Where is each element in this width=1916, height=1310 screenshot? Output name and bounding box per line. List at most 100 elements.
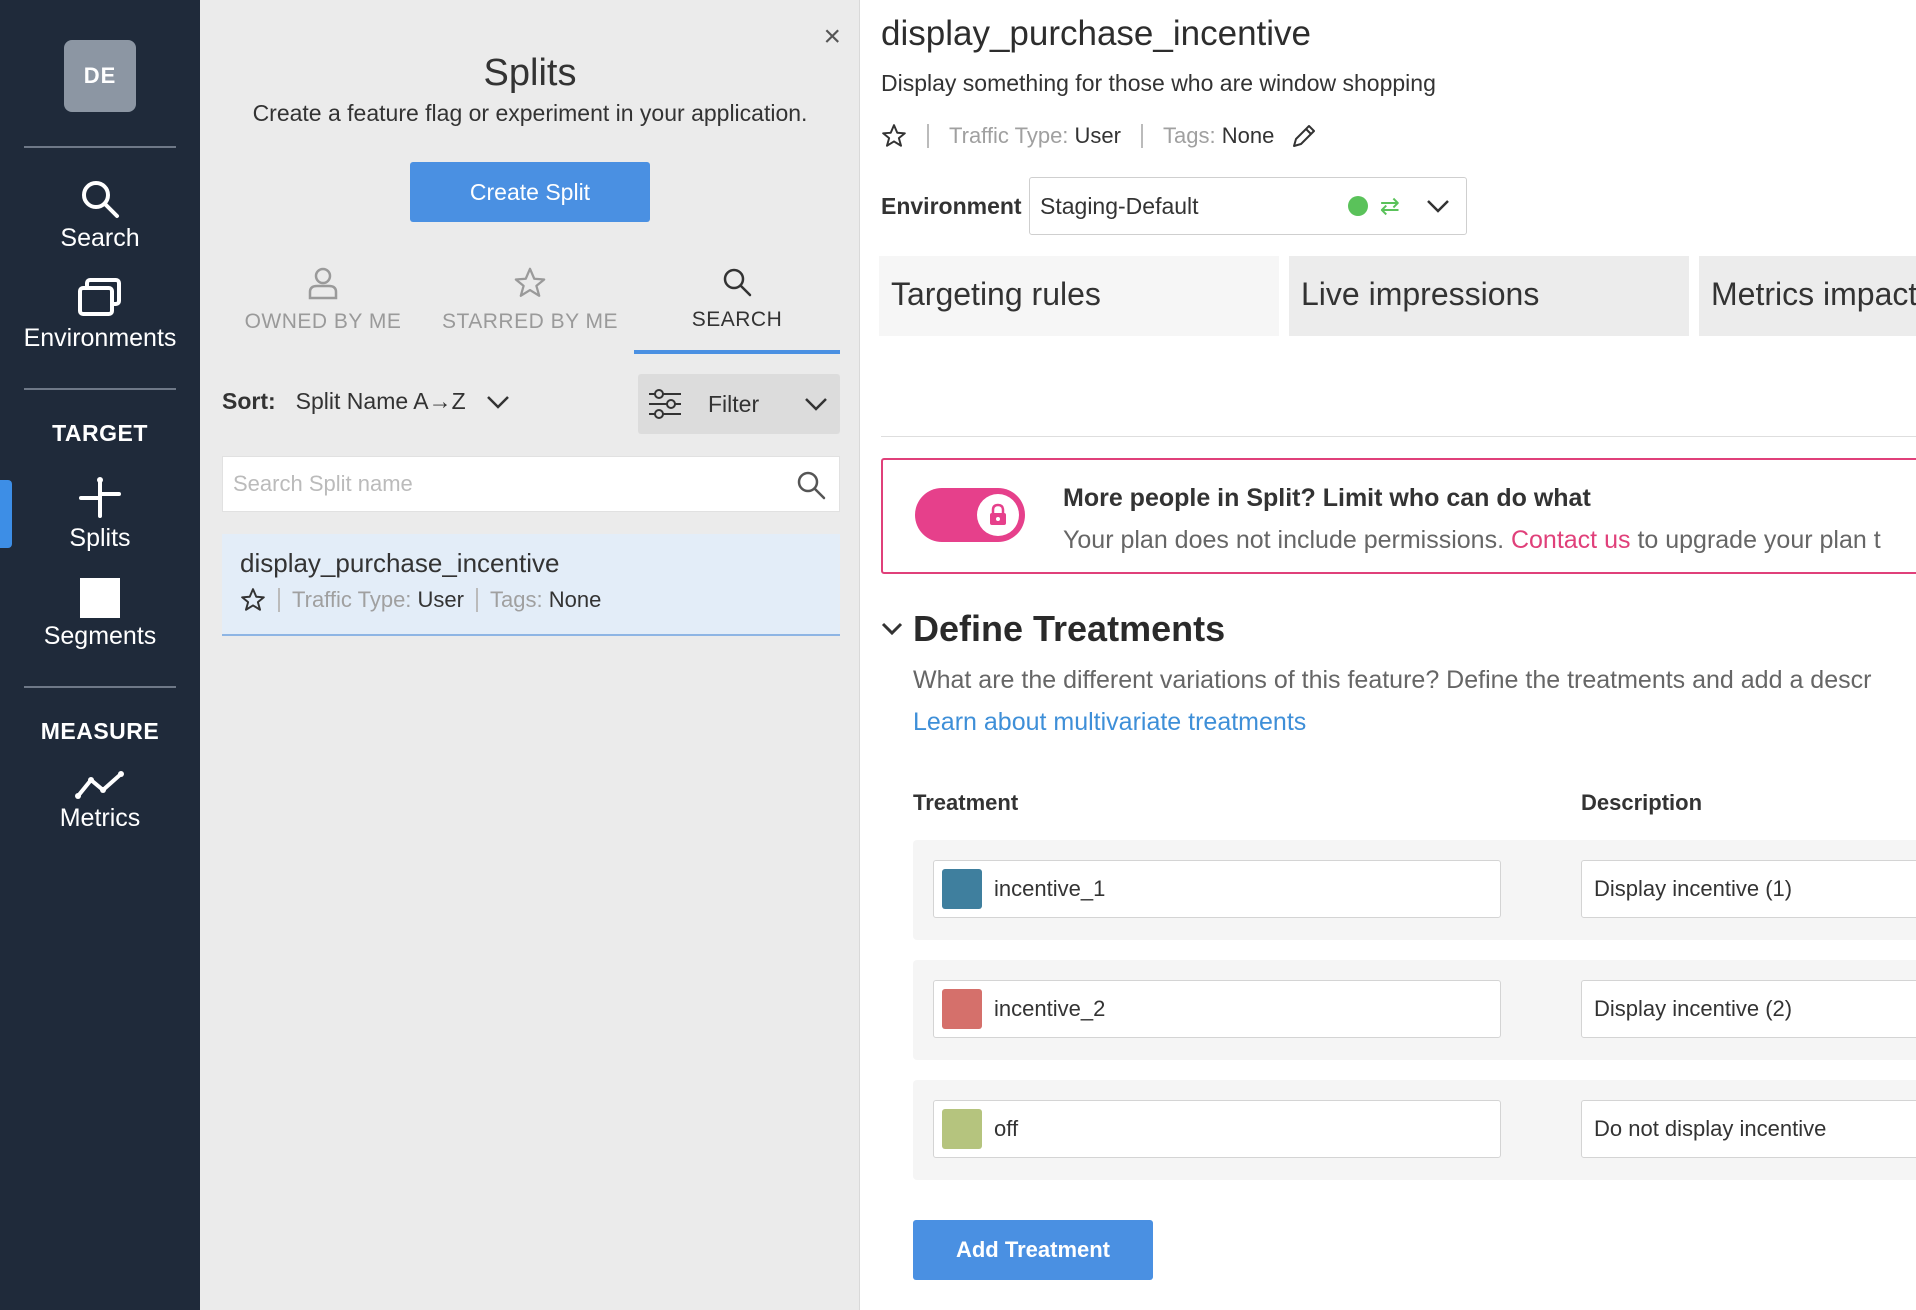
panel-title: Splits <box>483 52 577 94</box>
treatment-description-field[interactable]: Display incentive (1) <box>1581 860 1916 918</box>
splits-panel: × Splits Create a feature flag or experi… <box>200 0 860 1310</box>
treatment-row: incentive_2 Display incentive (2) <box>913 960 1916 1060</box>
banner-text: Your plan does not include permissions. … <box>1063 526 1881 555</box>
segments-icon <box>80 578 120 618</box>
color-swatch[interactable] <box>942 1109 982 1149</box>
split-name: display_purchase_incentive <box>240 548 560 578</box>
description-column-header: Description <box>1581 790 1703 815</box>
nav-item-splits[interactable]: Splits <box>0 476 200 553</box>
tab-targeting-rules[interactable]: Targeting rules <box>879 256 1279 336</box>
lock-icon <box>977 494 1019 536</box>
pencil-icon[interactable] <box>1290 122 1318 150</box>
add-treatment-button[interactable]: Add Treatment <box>913 1220 1153 1280</box>
tags-value: None <box>548 587 602 612</box>
nav-item-segments[interactable]: Segments <box>0 578 200 651</box>
sort-control[interactable]: Sort: Split Name A→Z <box>222 388 510 415</box>
panel-subtitle: Create a feature flag or experiment in y… <box>252 100 808 126</box>
divider <box>278 588 280 612</box>
nav-divider <box>24 388 176 390</box>
tab-starred-by-me[interactable]: STARRED BY ME <box>427 262 633 354</box>
chevron-down-icon <box>486 395 509 409</box>
user-icon <box>308 267 338 300</box>
treatment-name-field[interactable]: off <box>933 1100 1501 1158</box>
environments-icon <box>78 278 121 316</box>
splits-icon <box>79 477 121 518</box>
section-title: Define Treatments <box>913 608 1226 649</box>
search-icon <box>723 268 752 297</box>
treatment-name: incentive_1 <box>994 876 1106 901</box>
tab-metrics-impact[interactable]: Metrics impact <box>1699 256 1916 336</box>
color-swatch[interactable] <box>942 989 982 1029</box>
filter-tabs: OWNED BY ME STARRED BY ME SEARCH <box>220 262 840 354</box>
metrics-icon <box>75 771 124 799</box>
nav-divider <box>24 686 176 688</box>
treatment-description-field[interactable]: Do not display incentive <box>1581 1100 1916 1158</box>
tags-label: Tags: <box>490 587 543 612</box>
nav-item-metrics[interactable]: Metrics <box>0 770 200 833</box>
contact-us-link[interactable]: Contact us <box>1511 526 1631 554</box>
star-icon[interactable] <box>240 587 266 613</box>
banner-text-before: Your plan does not include permissions. <box>1063 526 1505 554</box>
chevron-down-icon <box>881 622 903 636</box>
divider <box>881 436 1916 437</box>
tab-label: STARRED BY ME <box>441 310 619 333</box>
upgrade-banner: More people in Split? Limit who can do w… <box>881 458 1916 574</box>
nav-divider <box>24 146 176 148</box>
split-meta: Traffic Type: User Tags: None <box>881 122 1318 150</box>
divider <box>1141 124 1143 148</box>
nav-item-environments[interactable]: Environments <box>0 278 200 353</box>
permissions-toggle[interactable] <box>915 488 1025 542</box>
split-detail: display_purchase_incentive Display somet… <box>861 0 1916 1310</box>
split-search <box>222 456 840 512</box>
status-dot-icon <box>1347 196 1368 216</box>
treatment-row: incentive_1 Display incentive (1) <box>913 840 1916 940</box>
banner-title: More people in Split? Limit who can do w… <box>1063 484 1591 512</box>
filter-label: Filter <box>708 390 760 417</box>
swap-icon: ⇄ <box>1379 192 1400 220</box>
create-split-button[interactable]: Create Split <box>410 162 650 222</box>
traffic-type-label: Traffic Type: <box>949 123 1069 148</box>
tab-owned-by-me[interactable]: OWNED BY ME <box>220 262 426 354</box>
banner-text-after: to upgrade your plan t <box>1637 526 1881 554</box>
nav-item-search[interactable]: Search <box>0 178 200 253</box>
environment-label: Environment <box>881 193 1022 219</box>
sort-value: Split Name A→Z <box>295 388 466 414</box>
filter-button[interactable]: Filter <box>638 374 840 434</box>
split-title: display_purchase_incentive <box>881 14 1311 53</box>
user-avatar[interactable]: DE <box>64 40 136 112</box>
tags-label: Tags: <box>1163 123 1216 148</box>
split-list-item[interactable]: display_purchase_incentive Traffic Type:… <box>222 534 840 636</box>
close-icon[interactable]: × <box>823 20 841 54</box>
chevron-down-icon <box>805 398 827 411</box>
section-description: What are the different variations of thi… <box>913 666 1872 694</box>
tab-search[interactable]: SEARCH <box>634 262 840 354</box>
left-nav: DE Search Environments TARGET Splits Seg… <box>0 0 200 1310</box>
color-swatch[interactable] <box>942 869 982 909</box>
treatment-name: incentive_2 <box>994 996 1106 1021</box>
split-description: Display something for those who are wind… <box>881 70 1436 96</box>
traffic-type-value: User <box>417 587 464 612</box>
nav-metrics-label: Metrics <box>59 804 141 832</box>
split-meta: Traffic Type: User Tags: None <box>240 587 822 613</box>
sliders-icon <box>649 389 681 419</box>
tab-live-impressions[interactable]: Live impressions <box>1289 256 1689 336</box>
treatment-name-field[interactable]: incentive_2 <box>933 980 1501 1038</box>
tab-label: OWNED BY ME <box>244 310 402 333</box>
multivariate-link[interactable]: Learn about multivariate treatments <box>913 708 1306 737</box>
treatment-description-field[interactable]: Display incentive (2) <box>1581 980 1916 1038</box>
split-search-input[interactable] <box>223 457 763 511</box>
search-icon[interactable] <box>795 469 827 501</box>
tags-value: None <box>1221 123 1275 148</box>
define-treatments-header[interactable]: Define Treatments <box>881 608 1225 650</box>
treatment-column-header: Treatment <box>913 790 1019 815</box>
nav-search-label: Search <box>60 224 140 252</box>
star-icon[interactable] <box>881 123 907 149</box>
nav-section-measure: MEASURE <box>40 718 160 744</box>
treatment-name-field[interactable]: incentive_1 <box>933 860 1501 918</box>
environment-select[interactable]: Staging-Default ⇄ <box>1029 177 1467 235</box>
traffic-type-value: User <box>1074 123 1121 148</box>
nav-section-target: TARGET <box>52 420 148 446</box>
treatment-name: off <box>994 1116 1019 1141</box>
nav-segments-label: Segments <box>43 622 157 650</box>
tab-label: SEARCH <box>691 308 783 331</box>
